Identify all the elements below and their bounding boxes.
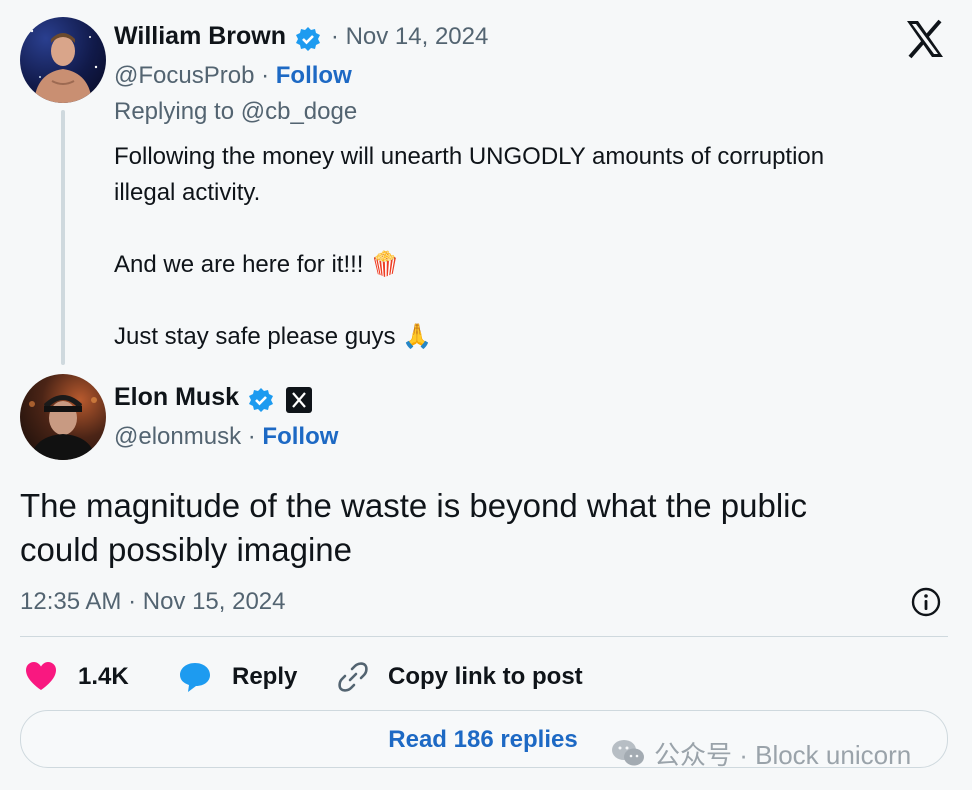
like-count: 1.4K bbox=[78, 663, 129, 690]
divider bbox=[20, 636, 948, 637]
watermark-text: 公众号 · Block unicorn bbox=[654, 739, 912, 770]
author-name[interactable]: Elon Musk bbox=[114, 383, 239, 411]
watermark: 公众号 · Block unicorn bbox=[610, 736, 911, 770]
handle[interactable]: @FocusProb · bbox=[114, 62, 276, 89]
author-name[interactable]: William Brown bbox=[114, 22, 286, 50]
reply-tweet-body: Following the money will unearth UNGODLY… bbox=[114, 139, 934, 355]
like-button[interactable]: 1.4K bbox=[24, 660, 129, 694]
main-tweet-handle-row: @elonmusk · Follow bbox=[114, 423, 338, 451]
handle[interactable]: @elonmusk · bbox=[114, 423, 262, 450]
body-line: Following the money will unearth UNGODLY… bbox=[114, 143, 825, 170]
main-text-line: could possibly imagine bbox=[20, 531, 353, 568]
x-logo-icon[interactable] bbox=[904, 18, 946, 60]
info-icon[interactable] bbox=[910, 586, 942, 618]
thread-line bbox=[61, 110, 65, 365]
reply-tweet-header: William Brown · Nov 14, 2024 bbox=[114, 22, 488, 54]
verified-badge-icon bbox=[294, 26, 322, 54]
body-line: And we are here for it!!! 🍿 bbox=[114, 251, 401, 278]
post-timestamp[interactable]: 12:35 AM · Nov 15, 2024 bbox=[20, 588, 286, 616]
reply-bubble-icon bbox=[178, 660, 212, 694]
reply-label: Reply bbox=[232, 663, 298, 690]
main-text-line: The magnitude of the waste is beyond wha… bbox=[20, 487, 807, 524]
main-tweet-header: Elon Musk bbox=[114, 383, 314, 415]
x-affiliate-badge-icon[interactable] bbox=[285, 386, 314, 415]
heart-icon bbox=[24, 660, 58, 694]
copy-link-button[interactable]: Copy link to post bbox=[336, 660, 583, 694]
reply-button[interactable]: Reply bbox=[178, 660, 297, 694]
body-line: illegal activity. bbox=[114, 179, 261, 206]
link-icon bbox=[336, 660, 370, 694]
follow-button[interactable]: Follow bbox=[262, 423, 338, 450]
read-replies-label: Read 186 replies bbox=[388, 726, 578, 753]
main-tweet-text: The magnitude of the waste is beyond wha… bbox=[20, 484, 940, 572]
avatar[interactable] bbox=[20, 374, 106, 460]
copy-link-label: Copy link to post bbox=[388, 663, 583, 690]
avatar[interactable] bbox=[20, 17, 106, 103]
post-date[interactable]: · Nov 14, 2024 bbox=[331, 23, 488, 50]
verified-badge-icon bbox=[247, 387, 275, 415]
replying-to[interactable]: Replying to @cb_doge bbox=[114, 98, 357, 126]
body-line: Just stay safe please guys 🙏 bbox=[114, 323, 433, 350]
wechat-icon bbox=[610, 738, 646, 768]
reply-tweet-handle-row: @FocusProb · Follow bbox=[114, 62, 352, 90]
follow-button[interactable]: Follow bbox=[276, 62, 352, 89]
